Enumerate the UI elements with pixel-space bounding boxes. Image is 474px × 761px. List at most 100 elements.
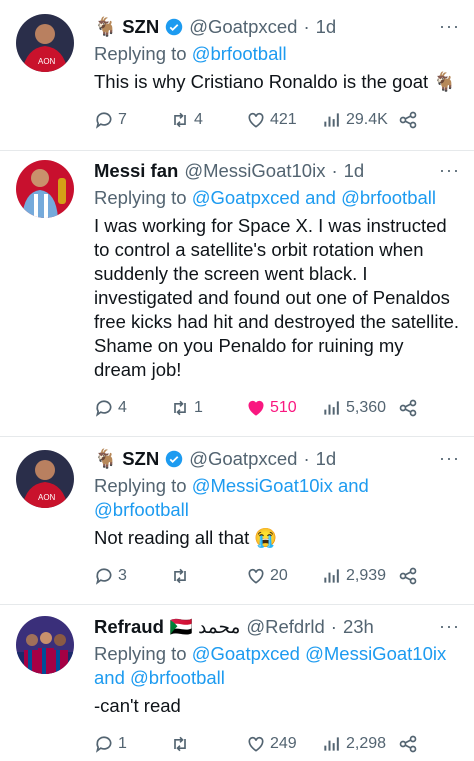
views-count: 2,939 bbox=[346, 567, 387, 584]
more-icon[interactable]: ··· bbox=[439, 160, 460, 181]
replying-prefix: Replying to bbox=[94, 43, 187, 64]
reply-count: 1 bbox=[118, 735, 127, 752]
tweet-text: I was working for Space X. I was instruc… bbox=[94, 215, 460, 380]
views-count: 5,360 bbox=[346, 399, 387, 416]
retweet-icon bbox=[174, 112, 186, 128]
author-handle[interactable]: @Goatpxced bbox=[189, 448, 297, 470]
reply-button[interactable]: 4 bbox=[94, 398, 127, 418]
share-icon bbox=[399, 111, 417, 129]
retweet-button[interactable] bbox=[170, 566, 194, 586]
reply-button[interactable]: 3 bbox=[94, 566, 127, 586]
tweet-header: Messi fan @MessiGoat10ix · 1d bbox=[94, 158, 460, 184]
like-icon bbox=[248, 736, 264, 752]
share-icon bbox=[399, 567, 417, 585]
retweet-icon bbox=[174, 400, 186, 416]
like-count: 421 bbox=[270, 111, 297, 128]
svg-text:AON: AON bbox=[38, 57, 56, 66]
views-button[interactable]: 5,360 bbox=[322, 398, 386, 418]
timestamp[interactable]: 1d bbox=[344, 160, 365, 182]
share-button[interactable] bbox=[398, 734, 418, 754]
like-icon bbox=[248, 112, 264, 128]
reply-icon bbox=[95, 736, 112, 753]
separator-dot: · bbox=[303, 16, 310, 37]
reply-icon bbox=[95, 112, 112, 129]
views-count: 29.4K bbox=[346, 111, 388, 128]
replying-to-link[interactable]: @brfootball bbox=[192, 43, 287, 64]
replying-to-link[interactable]: @Goatpxced and @brfootball bbox=[192, 187, 436, 208]
views-button[interactable]: 2,298 bbox=[322, 734, 386, 754]
retweet-icon bbox=[174, 568, 186, 584]
share-button[interactable] bbox=[398, 398, 418, 418]
views-icon bbox=[324, 569, 339, 583]
avatar[interactable]: AON bbox=[16, 14, 74, 72]
action-bar: 1 249 2,298 bbox=[94, 732, 434, 756]
retweet-button[interactable]: 4 bbox=[170, 110, 203, 130]
tweet[interactable]: Messi fan @MessiGoat10ix · 1d ··· Replyi… bbox=[0, 150, 474, 437]
reply-button[interactable]: 7 bbox=[94, 110, 127, 130]
author-name[interactable]: Messi fan bbox=[94, 160, 178, 182]
like-button[interactable]: 421 bbox=[246, 110, 297, 130]
tweet-header: 🐐 SZN @Goatpxced · 1d bbox=[94, 14, 460, 40]
author-handle[interactable]: @Goatpxced bbox=[189, 16, 297, 38]
tweet-text: Not reading all that 😭 bbox=[94, 527, 278, 548]
avatar[interactable]: AON bbox=[16, 450, 74, 508]
retweet-button[interactable]: 1 bbox=[170, 398, 203, 418]
retweet-button[interactable] bbox=[170, 734, 194, 754]
share-icon bbox=[399, 399, 417, 417]
avatar[interactable] bbox=[16, 160, 74, 218]
goat-emoji: 🐐 bbox=[94, 448, 118, 469]
reply-count: 3 bbox=[118, 567, 127, 584]
views-button[interactable]: 29.4K bbox=[322, 110, 388, 130]
reply-count: 7 bbox=[118, 111, 127, 128]
share-button[interactable] bbox=[398, 566, 418, 586]
retweet-icon bbox=[174, 736, 186, 752]
action-bar: 3 20 2,939 bbox=[94, 564, 434, 588]
more-icon[interactable]: ··· bbox=[439, 616, 460, 637]
author-name[interactable]: Refraud bbox=[94, 616, 164, 638]
like-icon bbox=[248, 568, 264, 584]
avatar[interactable] bbox=[16, 616, 74, 674]
timestamp[interactable]: 1d bbox=[316, 448, 337, 470]
svg-text:AON: AON bbox=[38, 493, 56, 502]
views-count: 2,298 bbox=[346, 735, 387, 752]
replying-to: Replying to @Goatpxced and @brfootball bbox=[94, 186, 460, 210]
reply-icon bbox=[95, 568, 112, 585]
timestamp[interactable]: 23h bbox=[343, 616, 374, 638]
retweet-count: 1 bbox=[194, 399, 203, 416]
verified-icon bbox=[165, 18, 183, 36]
author-name[interactable]: SZN bbox=[122, 448, 159, 470]
views-icon bbox=[324, 113, 339, 127]
more-icon[interactable]: ··· bbox=[439, 448, 460, 469]
separator-dot: · bbox=[330, 616, 337, 637]
author-handle[interactable]: @Refdrld bbox=[246, 616, 324, 638]
reply-icon bbox=[95, 400, 112, 417]
reply-button[interactable]: 1 bbox=[94, 734, 127, 754]
goat-emoji: 🐐 bbox=[94, 16, 118, 37]
views-button[interactable]: 2,939 bbox=[322, 566, 386, 586]
more-icon[interactable]: ··· bbox=[439, 16, 460, 37]
author-name[interactable]: SZN bbox=[122, 16, 159, 38]
tweet[interactable]: AON 🐐 SZN @Goatpxced · 1d ··· Replying t… bbox=[0, 0, 474, 151]
replying-prefix: Replying to bbox=[94, 643, 187, 664]
like-button[interactable]: 510 bbox=[246, 398, 297, 418]
like-count: 510 bbox=[270, 399, 297, 416]
replying-to: Replying to @brfootball bbox=[94, 42, 460, 66]
like-count: 20 bbox=[270, 567, 288, 584]
replying-prefix: Replying to bbox=[94, 187, 187, 208]
tweet[interactable]: Refraud 🇸🇩 محمد @Refdrld · 23h ··· Reply… bbox=[0, 604, 474, 761]
views-icon bbox=[324, 401, 339, 415]
verified-icon bbox=[165, 450, 183, 468]
tweet[interactable]: AON 🐐 SZN @Goatpxced · 1d ··· Replying t… bbox=[0, 436, 474, 605]
separator-dot: · bbox=[303, 448, 310, 469]
author-handle[interactable]: @MessiGoat10ix bbox=[184, 160, 325, 182]
like-button[interactable]: 249 bbox=[246, 734, 297, 754]
like-button[interactable]: 20 bbox=[246, 566, 288, 586]
replying-to: Replying to @Goatpxced @MessiGoat10ix an… bbox=[94, 642, 460, 690]
timestamp[interactable]: 1d bbox=[316, 16, 337, 38]
separator-dot: · bbox=[331, 160, 338, 181]
like-icon bbox=[248, 400, 264, 416]
name-suffix: 🇸🇩 محمد bbox=[169, 616, 241, 637]
tweet-text: -can't read bbox=[94, 695, 181, 716]
replying-prefix: Replying to bbox=[94, 475, 187, 496]
share-button[interactable] bbox=[398, 110, 418, 130]
